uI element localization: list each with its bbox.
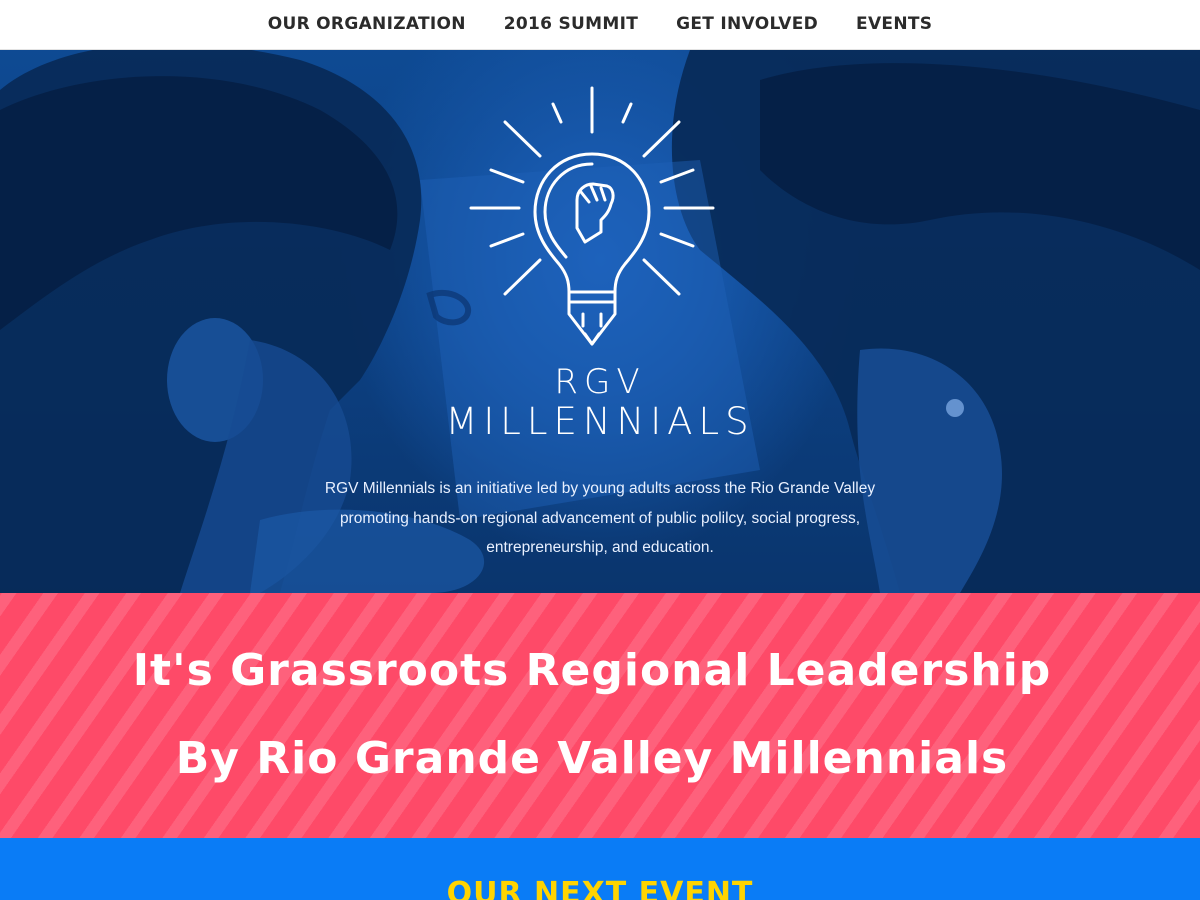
nav-get-involved[interactable]: GET INVOLVED	[657, 0, 837, 49]
nav-2016-summit[interactable]: 2016 SUMMIT	[485, 0, 657, 49]
top-navigation: OUR ORGANIZATION 2016 SUMMIT GET INVOLVE…	[0, 0, 1200, 50]
next-event-heading: OUR NEXT EVENT	[446, 876, 754, 900]
logo-title-rgv: RGV	[554, 362, 646, 402]
hero-section: RGV MILLENNIALS RGV Millennials is an in…	[0, 50, 1200, 593]
hero-description: RGV Millennials is an initiative led by …	[324, 480, 876, 556]
banner-headline-line-2: By Rio Grande Valley Millennials	[175, 733, 1009, 784]
tagline-banner: It's Grassroots Regional Leadership By R…	[0, 593, 1200, 838]
banner-headline-line-1: It's Grassroots Regional Leadership	[132, 645, 1052, 696]
next-event-section: OUR NEXT EVENT	[0, 838, 1200, 900]
nav-our-organization[interactable]: OUR ORGANIZATION	[249, 0, 485, 49]
logo-title-millennials: MILLENNIALS	[445, 400, 755, 443]
nav-events[interactable]: EVENTS	[837, 0, 951, 49]
hero-content: RGV MILLENNIALS RGV Millennials is an in…	[0, 50, 1200, 593]
lightbulb-fist-icon	[469, 86, 715, 346]
